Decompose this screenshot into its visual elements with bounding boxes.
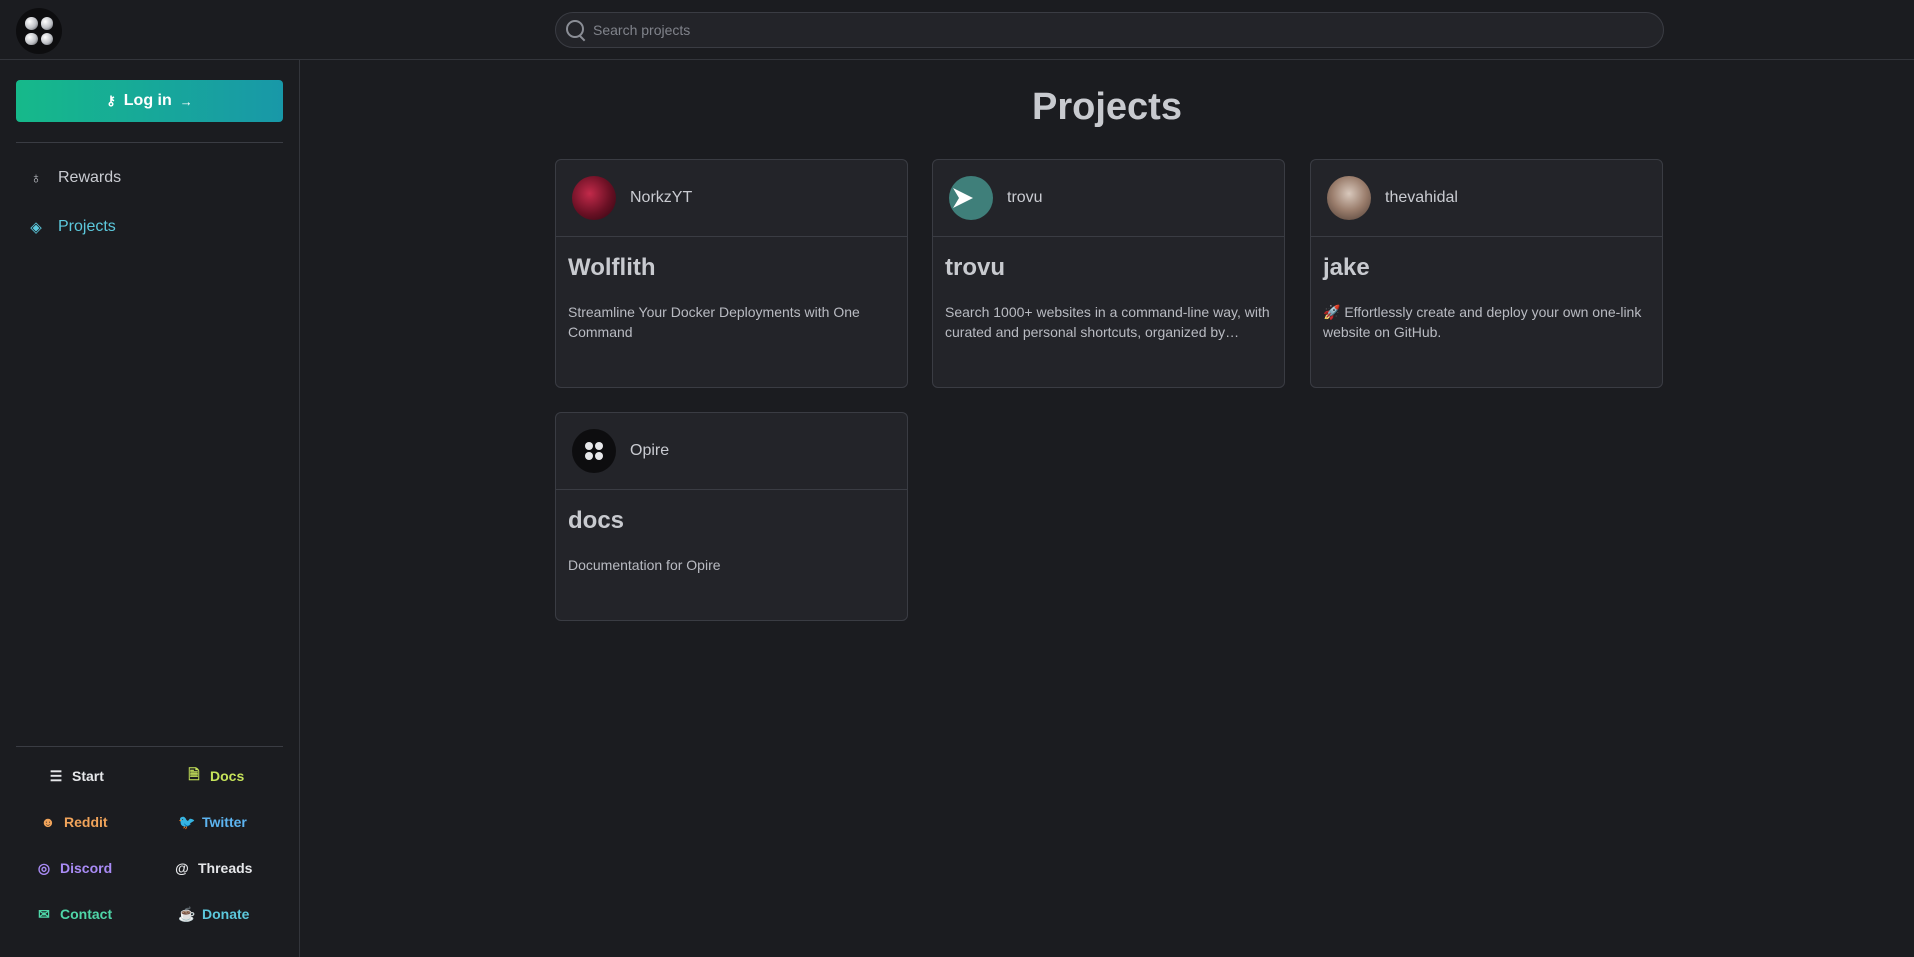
- logo-dot: [40, 17, 53, 30]
- card-header: trovu: [933, 160, 1284, 237]
- footer-link-label: Contact: [60, 906, 113, 922]
- key-icon: ⚷: [106, 93, 116, 108]
- top-bar: [0, 0, 1914, 60]
- trovu-logo-icon: [953, 188, 973, 208]
- logo-dot: [595, 452, 603, 460]
- logo-dot: [25, 17, 38, 30]
- sidebar-divider: [16, 142, 283, 143]
- project-description: Documentation for Opire: [568, 557, 721, 573]
- project-owner: Opire: [630, 442, 670, 459]
- footer-link-threads[interactable]: @ Threads: [174, 857, 252, 879]
- footer-link-label: Threads: [198, 860, 253, 876]
- footer-link-reddit[interactable]: ☻ Reddit: [40, 811, 108, 833]
- twitter-icon: 🐦: [178, 813, 196, 830]
- avatar: [1327, 176, 1371, 220]
- footer-link-discord[interactable]: ◎ Discord: [36, 857, 112, 879]
- project-name: jake: [1323, 254, 1370, 281]
- project-owner: trovu: [1007, 189, 1043, 206]
- login-button[interactable]: ⚷ Log in →: [16, 80, 283, 122]
- login-label: Log in: [123, 92, 172, 109]
- project-description: Streamline Your Docker Deployments with …: [568, 304, 860, 340]
- project-description: 🚀 Effortlessly create and deploy your ow…: [1323, 304, 1642, 340]
- footer-link-start[interactable]: ☰ Start: [48, 765, 104, 787]
- footer-link-docs[interactable]: 🗎 Docs: [186, 765, 244, 787]
- sidebar: ⚷ Log in → ♁ Rewards ◈ Projects ☰ Start …: [0, 60, 300, 957]
- footer-link-label: Reddit: [64, 814, 108, 830]
- project-name: trovu: [945, 254, 1005, 281]
- footer-link-label: Donate: [202, 906, 250, 922]
- list-icon: ☰: [49, 767, 63, 784]
- project-owner: thevahidal: [1385, 189, 1458, 206]
- reddit-icon: ☻: [40, 814, 56, 830]
- project-owner: NorkzYT: [630, 189, 693, 206]
- project-card-trovu[interactable]: trovu trovu Search 1000+ websites in a c…: [932, 159, 1285, 388]
- arrow-right-icon: →: [179, 93, 193, 109]
- coffee-icon: ☕: [178, 905, 196, 922]
- sidebar-divider: [16, 746, 283, 747]
- footer-link-contact[interactable]: ✉ Contact: [36, 903, 112, 925]
- logo-dot: [595, 442, 603, 450]
- logo-dot: [25, 32, 38, 45]
- search-icon: [564, 18, 588, 42]
- project-name: Wolflith: [568, 254, 656, 281]
- project-card-wolflith[interactable]: NorkzYT Wolflith Streamline Your Docker …: [555, 159, 908, 388]
- avatar: [572, 176, 616, 220]
- avatar: [949, 176, 993, 220]
- card-header: NorkzYT: [556, 160, 907, 237]
- project-description: Search 1000+ websites in a command-line …: [945, 304, 1270, 340]
- avatar: [572, 429, 616, 473]
- sidebar-item-projects[interactable]: ◈ Projects: [28, 215, 116, 239]
- project-card-jake[interactable]: thevahidal jake 🚀 Effortlessly create an…: [1310, 159, 1663, 388]
- page-title: Projects: [1032, 86, 1182, 128]
- sidebar-item-label: Projects: [58, 218, 116, 235]
- footer-link-label: Twitter: [202, 814, 247, 830]
- footer-link-label: Discord: [60, 860, 113, 876]
- project-card-docs[interactable]: Opire docs Documentation for Opire: [555, 412, 908, 621]
- docs-icon: 🗎: [188, 766, 200, 782]
- mail-icon: ✉: [38, 905, 50, 922]
- footer-link-label: Docs: [210, 768, 245, 784]
- discord-icon: ◎: [37, 859, 51, 876]
- logo-dot: [585, 442, 593, 450]
- card-header: thevahidal: [1311, 160, 1662, 237]
- medal-icon: ♁: [30, 169, 42, 187]
- sidebar-item-rewards[interactable]: ♁ Rewards: [28, 166, 121, 190]
- project-diamond-icon: ◈: [30, 219, 42, 236]
- footer-link-label: Start: [72, 768, 104, 784]
- footer-link-donate[interactable]: ☕ Donate: [178, 903, 249, 925]
- threads-icon: @: [175, 860, 189, 876]
- search-input[interactable]: [593, 22, 1643, 38]
- card-header: Opire: [556, 413, 907, 490]
- sidebar-item-label: Rewards: [58, 169, 122, 186]
- project-name: docs: [568, 507, 625, 534]
- search-bar[interactable]: [555, 12, 1664, 48]
- logo-dot: [40, 32, 53, 45]
- opire-logo[interactable]: [16, 8, 62, 54]
- logo-dot: [585, 452, 593, 460]
- footer-link-twitter[interactable]: 🐦 Twitter: [178, 811, 247, 833]
